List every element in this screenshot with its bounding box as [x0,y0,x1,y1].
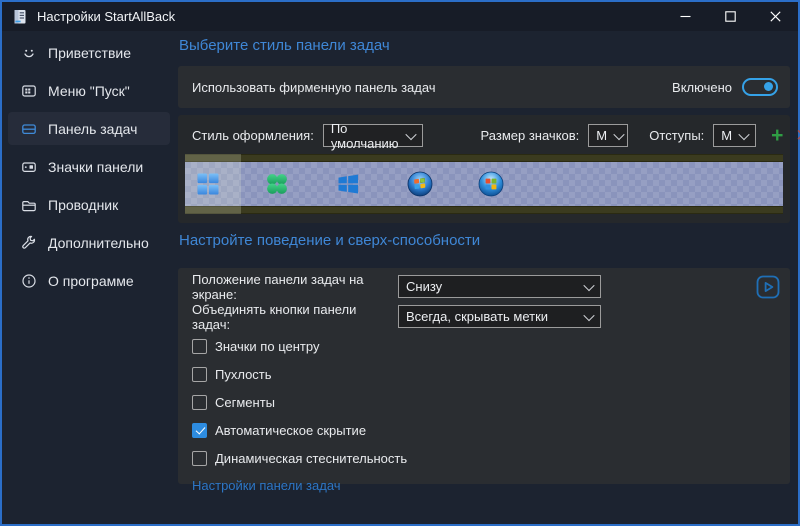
style-select-value: По умолчанию [331,121,399,151]
combine-buttons-label: Объединять кнопки панели задач: [192,302,398,332]
margins-select[interactable]: M [713,124,756,147]
sidebar-item-explorer[interactable]: Проводник [8,188,170,221]
window-controls [663,2,798,31]
chevron-down-icon [583,309,594,320]
toggle-knob [764,82,773,91]
play-demo-button[interactable] [756,275,780,299]
windows11-start-icon[interactable] [196,172,220,196]
taskbar-position-value: Снизу [406,279,442,294]
checkbox-label: Пухлость [215,367,272,382]
section-title-style: Выберите стиль панели задач [179,37,390,54]
checkbox-label: Сегменты [215,395,275,410]
taskbar-position-row: Положение панели задач на экране: Снизу [192,275,776,298]
section-title-behavior: Настройте поведение и сверх-способности [179,232,480,249]
checkbox-row-dynamic-shyness[interactable]: Динамическая стеснительность [192,450,776,466]
sidebar-item-about[interactable]: О программе [8,264,170,297]
sidebar-item-tray-icons[interactable]: Значки панели [8,150,170,183]
smiley-icon [21,45,37,61]
taskbar-preview-strip [185,154,783,214]
sidebar-item-label: Меню "Пуск" [48,83,130,99]
strip-border-bottom [185,206,783,214]
style-label: Стиль оформления: [192,128,314,143]
checkbox-label: Значки по центру [215,339,319,354]
branded-taskbar-toggle[interactable] [742,78,778,96]
remove-style-button[interactable]: ✕ [795,127,800,145]
sidebar-item-label: Панель задач [48,121,137,137]
icon-size-select[interactable]: M [588,124,628,147]
startallback-settings-window: Настройки StartAllBack Приветствие Мен [0,0,800,526]
wrench-icon [21,235,37,251]
chevron-down-icon [613,128,624,139]
checkbox-label: Автоматическое скрытие [215,423,366,438]
strip-border-top [185,154,783,162]
combine-buttons-value: Всегда, скрывать метки [406,309,548,324]
sidebar-item-taskbar[interactable]: Панель задач [8,112,170,145]
taskbar-position-label: Положение панели задач на экране: [192,272,398,302]
maximize-button[interactable] [708,2,753,31]
windows8-start-icon[interactable] [336,172,360,196]
checkbox-row-plumpness[interactable]: Пухлость [192,366,776,382]
checkbox-row-center-icons[interactable]: Значки по центру [192,338,776,354]
chevron-down-icon [405,128,416,139]
sidebar-item-label: Значки панели [48,159,143,175]
app-icon [11,8,29,26]
explorer-icon [21,197,37,213]
style-select[interactable]: По умолчанию [323,124,423,147]
tray-icons-icon [21,159,37,175]
icon-size-select-value: M [596,128,607,143]
checkbox-row-segments[interactable]: Сегменты [192,394,776,410]
sidebar-item-label: Приветствие [48,45,131,61]
margins-select-value: M [721,128,732,143]
branded-taskbar-label: Использовать фирменную панель задач [192,80,436,95]
sidebar: Приветствие Меню "Пуск" Панель задач Зна… [2,36,170,302]
sidebar-item-label: Проводник [48,197,118,213]
checkbox-row-autohide[interactable]: Автоматическое скрытие [192,422,776,438]
chevron-down-icon [738,128,749,139]
sidebar-item-advanced[interactable]: Дополнительно [8,226,170,259]
play-icon [756,275,780,299]
taskbar-icon [21,121,37,137]
icon-size-label: Размер значков: [481,128,580,143]
chevron-down-icon [583,279,594,290]
center-icons-checkbox[interactable] [192,339,207,354]
segments-checkbox[interactable] [192,395,207,410]
combine-buttons-row: Объединять кнопки панели задач: Всегда, … [192,305,776,328]
plumpness-checkbox[interactable] [192,367,207,382]
sidebar-item-label: Дополнительно [48,235,149,251]
close-button[interactable] [753,2,798,31]
autohide-checkbox[interactable] [192,423,207,438]
vista-orb-icon[interactable] [478,171,504,197]
margins-label: Отступы: [649,128,704,143]
toggle-state-label: Включено [672,80,732,95]
branded-taskbar-card: Использовать фирменную панель задач Вклю… [178,66,790,108]
sidebar-item-welcome[interactable]: Приветствие [8,36,170,69]
start-menu-icon [21,83,37,99]
combine-buttons-select[interactable]: Всегда, скрывать метки [398,305,601,328]
behavior-card: Положение панели задач на экране: Снизу … [178,268,790,484]
checkbox-label: Динамическая стеснительность [215,451,407,466]
taskbar-position-select[interactable]: Снизу [398,275,601,298]
maximize-icon [725,11,736,22]
sidebar-item-start-menu[interactable]: Меню "Пуск" [8,74,170,107]
add-style-button[interactable]: + [771,127,783,145]
windows7-orb-icon[interactable] [407,171,433,197]
clover-start-icon[interactable] [265,172,289,196]
style-row: Стиль оформления: По умолчанию Размер зн… [178,115,790,147]
titlebar: Настройки StartAllBack [2,2,798,31]
info-icon [21,273,37,289]
minimize-icon [680,11,691,22]
minimize-button[interactable] [663,2,708,31]
window-title: Настройки StartAllBack [37,9,175,24]
sidebar-item-label: О программе [48,273,134,289]
taskbar-settings-link[interactable]: Настройки панели задач [192,478,776,493]
close-icon [770,11,781,22]
taskbar-style-card: Стиль оформления: По умолчанию Размер зн… [178,115,790,223]
dynamic-shyness-checkbox[interactable] [192,451,207,466]
